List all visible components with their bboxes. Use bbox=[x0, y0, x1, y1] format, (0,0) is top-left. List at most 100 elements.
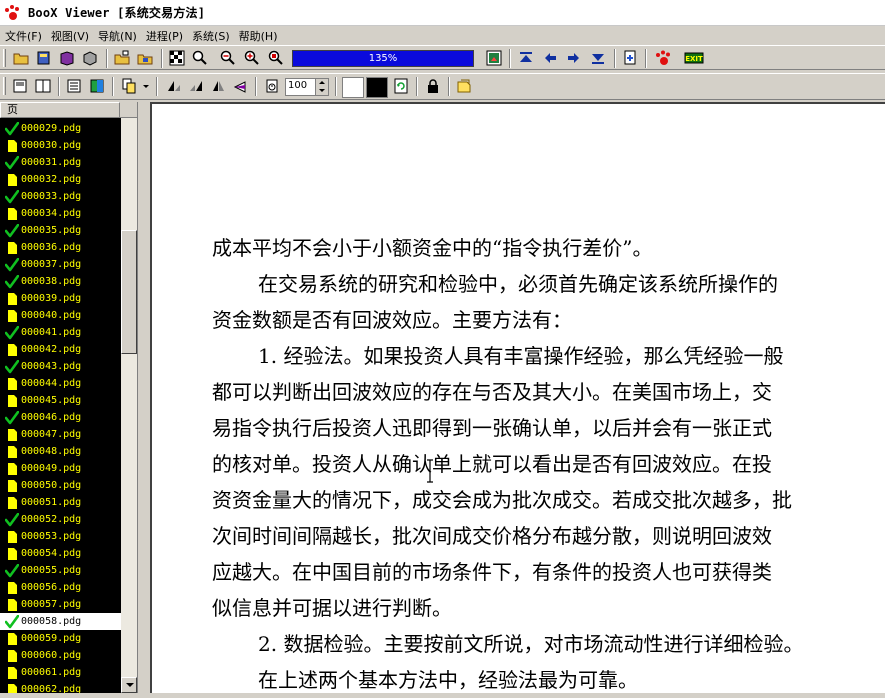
fit-page-icon[interactable] bbox=[169, 50, 185, 66]
zoom-level-bar[interactable]: 135% bbox=[292, 50, 474, 67]
menu-view[interactable]: 视图(V) bbox=[46, 28, 93, 44]
scroll-speed-value[interactable]: 100 bbox=[288, 80, 307, 91]
list-item[interactable]: 000041.pdg bbox=[0, 324, 121, 341]
exit-icon[interactable]: EXIT bbox=[684, 50, 704, 66]
rotate-left-icon[interactable] bbox=[166, 78, 182, 94]
menu-process[interactable]: 进程(P) bbox=[141, 28, 187, 44]
document-page[interactable]: 成本平均不会小于小额资金中的“指令执行差价”。 在交易系统的研究和检验中，必须首先… bbox=[150, 102, 885, 693]
toolbar-grip[interactable] bbox=[3, 77, 6, 95]
document-viewer[interactable]: 成本平均不会小于小额资金中的“指令执行差价”。 在交易系统的研究和检验中，必须首先… bbox=[140, 102, 885, 693]
menu-help[interactable]: 帮助(H) bbox=[234, 28, 282, 44]
previous-page-icon[interactable] bbox=[542, 50, 558, 66]
library-icon[interactable] bbox=[36, 50, 52, 66]
zoom-custom-icon[interactable] bbox=[268, 50, 284, 66]
bookmark-folder-icon[interactable] bbox=[137, 50, 153, 66]
foreground-color-swatch[interactable] bbox=[366, 77, 388, 98]
timer-icon[interactable] bbox=[264, 78, 280, 94]
boox-logo-icon[interactable] bbox=[655, 50, 671, 66]
page-file-icon bbox=[5, 479, 19, 493]
page-file-icon bbox=[5, 309, 19, 323]
page-column-header[interactable]: 页 bbox=[0, 102, 120, 118]
list-item[interactable]: 000062.pdg bbox=[0, 681, 121, 693]
list-item[interactable]: 000048.pdg bbox=[0, 443, 121, 460]
list-item[interactable]: 000039.pdg bbox=[0, 290, 121, 307]
page-file-list[interactable]: 000029.pdg 000030.pdg 000031.pdg 000032.pdg… bbox=[0, 120, 121, 693]
zoom-in-icon[interactable] bbox=[244, 50, 260, 66]
skew-icon[interactable] bbox=[232, 78, 248, 94]
page-file-icon bbox=[5, 445, 19, 459]
color-view-icon[interactable] bbox=[89, 78, 105, 94]
image-view-icon[interactable] bbox=[486, 50, 502, 66]
list-item[interactable]: 000031.pdg bbox=[0, 154, 121, 171]
file-name: 000051.pdg bbox=[21, 497, 82, 508]
next-page-icon[interactable] bbox=[566, 50, 582, 66]
list-item[interactable]: 000040.pdg bbox=[0, 307, 121, 324]
last-page-icon[interactable] bbox=[590, 50, 606, 66]
file-name: 000046.pdg bbox=[21, 412, 82, 423]
new-folder-icon[interactable] bbox=[114, 50, 130, 66]
list-item[interactable]: 000035.pdg bbox=[0, 222, 121, 239]
box-icon[interactable] bbox=[82, 50, 98, 66]
toolbar-grip[interactable] bbox=[3, 49, 6, 67]
list-item[interactable]: 000038.pdg bbox=[0, 273, 121, 290]
menu-system[interactable]: 系统(S) bbox=[187, 28, 234, 44]
refresh-icon[interactable] bbox=[393, 78, 409, 94]
export-icon[interactable] bbox=[622, 50, 638, 66]
page-file-icon bbox=[5, 666, 19, 680]
list-item[interactable]: 000032.pdg bbox=[0, 171, 121, 188]
list-item[interactable]: 000050.pdg bbox=[0, 477, 121, 494]
list-item[interactable]: 000060.pdg bbox=[0, 647, 121, 664]
list-item[interactable]: 000054.pdg bbox=[0, 545, 121, 562]
background-color-swatch[interactable] bbox=[342, 77, 364, 98]
list-item[interactable]: 000053.pdg bbox=[0, 528, 121, 545]
list-item[interactable]: 000051.pdg bbox=[0, 494, 121, 511]
open-folder-icon[interactable] bbox=[13, 50, 29, 66]
list-item[interactable]: 000036.pdg bbox=[0, 239, 121, 256]
list-item[interactable]: 000045.pdg bbox=[0, 392, 121, 409]
list-item[interactable]: 000058.pdg bbox=[0, 613, 121, 630]
file-name: 000037.pdg bbox=[21, 259, 82, 270]
list-item[interactable]: 000029.pdg bbox=[0, 120, 121, 137]
scroll-speed-spinner[interactable]: 100 bbox=[285, 78, 329, 96]
dropdown-arrow-icon[interactable] bbox=[141, 78, 151, 94]
single-page-icon[interactable] bbox=[12, 78, 28, 94]
page-list-scrollbar[interactable] bbox=[121, 118, 137, 693]
list-item[interactable]: 000046.pdg bbox=[0, 409, 121, 426]
menu-navigate[interactable]: 导航(N) bbox=[93, 28, 141, 44]
spin-up-button[interactable] bbox=[316, 79, 328, 87]
file-name: 000029.pdg bbox=[21, 123, 82, 134]
spin-down-button[interactable] bbox=[316, 87, 328, 95]
copy-icon[interactable] bbox=[121, 78, 137, 94]
lock-icon[interactable] bbox=[425, 78, 441, 94]
first-page-icon[interactable] bbox=[518, 50, 534, 66]
zoom-out-icon[interactable] bbox=[220, 50, 236, 66]
list-item[interactable]: 000034.pdg bbox=[0, 205, 121, 222]
document-line: 的核对单。投资人从确认单上就可以看出是否有回波效应。在投 bbox=[212, 452, 772, 476]
list-item[interactable]: 000033.pdg bbox=[0, 188, 121, 205]
list-item[interactable]: 000061.pdg bbox=[0, 664, 121, 681]
rotate-right-icon[interactable] bbox=[188, 78, 204, 94]
list-view-icon[interactable] bbox=[66, 78, 82, 94]
list-item[interactable]: 000043.pdg bbox=[0, 358, 121, 375]
book-icon[interactable] bbox=[59, 50, 75, 66]
page-file-icon bbox=[5, 343, 19, 357]
list-item[interactable]: 000037.pdg bbox=[0, 256, 121, 273]
list-item[interactable]: 000056.pdg bbox=[0, 579, 121, 596]
list-item[interactable]: 000030.pdg bbox=[0, 137, 121, 154]
list-item[interactable]: 000052.pdg bbox=[0, 511, 121, 528]
list-item[interactable]: 000044.pdg bbox=[0, 375, 121, 392]
scroll-down-button[interactable] bbox=[121, 677, 137, 693]
list-item[interactable]: 000042.pdg bbox=[0, 341, 121, 358]
list-item[interactable]: 000049.pdg bbox=[0, 460, 121, 477]
double-page-icon[interactable] bbox=[35, 78, 51, 94]
zoom-icon[interactable] bbox=[192, 50, 208, 66]
notes-icon[interactable] bbox=[456, 78, 472, 94]
list-item[interactable]: 000055.pdg bbox=[0, 562, 121, 579]
flip-icon[interactable] bbox=[210, 78, 226, 94]
list-item[interactable]: 000057.pdg bbox=[0, 596, 121, 613]
list-item[interactable]: 000059.pdg bbox=[0, 630, 121, 647]
menu-file[interactable]: 文件(F) bbox=[0, 28, 46, 44]
file-name: 000053.pdg bbox=[21, 531, 82, 542]
scrollbar-thumb[interactable] bbox=[121, 230, 137, 354]
list-item[interactable]: 000047.pdg bbox=[0, 426, 121, 443]
